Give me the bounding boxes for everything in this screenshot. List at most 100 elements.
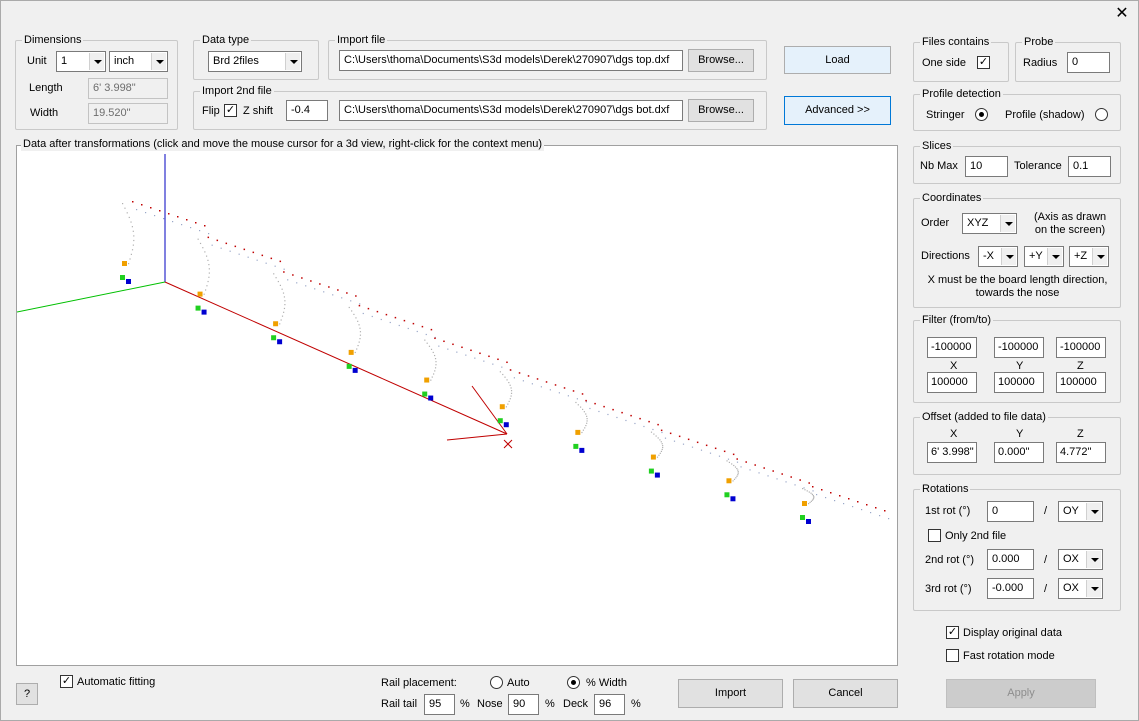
data-point xyxy=(732,480,734,482)
one-side-checkbox[interactable]: ✓ xyxy=(977,56,990,69)
filter-to-x-input[interactable]: 100000 xyxy=(927,372,977,393)
rot1-axis-select[interactable]: OY xyxy=(1058,501,1103,522)
unit-type-select[interactable]: inch xyxy=(109,51,168,72)
tolerance-input[interactable]: 0.1 xyxy=(1068,156,1111,177)
data-point xyxy=(357,320,359,322)
data-point xyxy=(803,487,805,489)
data-point xyxy=(430,379,432,381)
import-2nd-file-path-input[interactable]: C:\Users\thoma\Documents\S3d models\Dere… xyxy=(339,100,683,121)
rot3-axis-select[interactable]: OX xyxy=(1058,578,1103,599)
data-point xyxy=(813,497,815,499)
data-point xyxy=(567,395,569,397)
data-point xyxy=(203,293,205,295)
key-point xyxy=(726,478,732,484)
data-point xyxy=(799,479,801,481)
flip-checkbox[interactable]: ✓ xyxy=(224,104,237,117)
data-point xyxy=(657,437,659,439)
data-point xyxy=(572,390,575,392)
cancel-button[interactable]: Cancel xyxy=(793,679,898,708)
data-point xyxy=(433,373,435,375)
rail-deck-pct: % xyxy=(631,698,641,710)
rot3-input[interactable]: -0.000 xyxy=(987,578,1034,599)
3d-view-canvas[interactable] xyxy=(16,145,898,666)
help-button[interactable]: ? xyxy=(16,683,38,705)
data-point xyxy=(323,291,325,293)
stringer-radio[interactable] xyxy=(975,108,988,121)
order-select[interactable]: XYZ xyxy=(962,213,1017,234)
data-point xyxy=(509,398,511,400)
zshift-input[interactable]: -0.4 xyxy=(286,100,328,121)
advanced-button[interactable]: Advanced >> xyxy=(784,96,891,125)
rail-nose-input[interactable]: 90 xyxy=(508,694,539,715)
data-point xyxy=(133,239,135,242)
browse-2nd-button[interactable]: Browse... xyxy=(688,99,754,122)
import-file-path-input[interactable]: C:\Users\thoma\Documents\S3d models\Dere… xyxy=(339,50,683,71)
data-type-select[interactable]: Brd 2files xyxy=(208,51,302,72)
filter-to-z-input[interactable]: 100000 xyxy=(1056,372,1106,393)
browse-button[interactable]: Browse... xyxy=(688,49,754,72)
close-icon[interactable]: ✕ xyxy=(1110,4,1134,26)
data-point xyxy=(812,490,814,492)
automatic-fitting-checkbox[interactable]: ✓ xyxy=(60,675,73,688)
offset-y-input[interactable]: 0.000" xyxy=(994,442,1044,463)
data-point xyxy=(124,207,126,209)
data-point xyxy=(661,443,663,445)
rot3-label: 3rd rot (°) xyxy=(925,583,972,595)
data-point xyxy=(510,387,512,389)
data-point xyxy=(734,466,737,468)
offset-z-input[interactable]: 4.772" xyxy=(1056,442,1106,463)
import-button[interactable]: Import xyxy=(678,679,783,708)
offset-x-input[interactable]: 6' 3.998" xyxy=(927,442,977,463)
radius-input[interactable]: 0 xyxy=(1067,52,1110,73)
rot2-axis-select[interactable]: OX xyxy=(1058,549,1103,570)
key-point xyxy=(730,496,736,502)
dir-z-select[interactable]: +Z xyxy=(1069,246,1109,267)
x-axis-line xyxy=(164,281,508,435)
data-point xyxy=(737,472,739,474)
rail-tail-input[interactable]: 95 xyxy=(424,694,455,715)
display-original-checkbox[interactable]: ✓ xyxy=(946,626,959,639)
filter-from-x-input[interactable]: -100000 xyxy=(927,337,977,358)
data-point xyxy=(277,280,279,283)
load-button[interactable]: Load xyxy=(784,46,891,74)
dir-x-select[interactable]: -X xyxy=(978,246,1018,267)
data-point xyxy=(811,493,813,495)
data-point xyxy=(461,346,463,349)
data-point xyxy=(359,303,361,305)
nbmax-input[interactable]: 10 xyxy=(965,156,1008,177)
data-point xyxy=(763,467,765,469)
key-point xyxy=(654,472,660,478)
data-point xyxy=(332,294,334,296)
fast-rotation-checkbox[interactable] xyxy=(946,649,959,662)
rail-deck-input[interactable]: 96 xyxy=(594,694,625,715)
data-point xyxy=(585,413,587,415)
filter-to-y-input[interactable]: 100000 xyxy=(994,372,1044,393)
data-point xyxy=(199,242,202,245)
point-cloud-plot[interactable] xyxy=(17,146,897,665)
data-point xyxy=(355,317,357,319)
data-point xyxy=(181,224,183,226)
data-point xyxy=(830,492,832,494)
rail-width-radio[interactable] xyxy=(567,676,580,689)
data-point xyxy=(660,450,663,453)
data-point xyxy=(531,383,533,385)
rail-auto-radio[interactable] xyxy=(490,676,503,689)
data-point xyxy=(509,384,511,386)
key-point xyxy=(650,454,656,460)
data-point xyxy=(736,475,738,477)
data-point xyxy=(754,464,756,466)
data-point xyxy=(434,367,437,369)
dir-y-select[interactable]: +Y xyxy=(1024,246,1064,267)
shadow-radio[interactable] xyxy=(1095,108,1108,121)
rot2-input[interactable]: 0.000 xyxy=(987,549,1034,570)
order-label: Order xyxy=(921,217,950,229)
filter-from-y-input[interactable]: -100000 xyxy=(994,337,1044,358)
rot1-input[interactable]: 0 xyxy=(987,501,1034,522)
data-point xyxy=(861,509,863,511)
data-point xyxy=(131,226,133,228)
filter-title: Filter (from/to) xyxy=(920,314,994,326)
key-point xyxy=(352,367,358,373)
only-2nd-file-checkbox[interactable] xyxy=(928,529,941,542)
filter-from-z-input[interactable]: -100000 xyxy=(1056,337,1106,358)
unit-value-select[interactable]: 1 xyxy=(56,51,106,72)
